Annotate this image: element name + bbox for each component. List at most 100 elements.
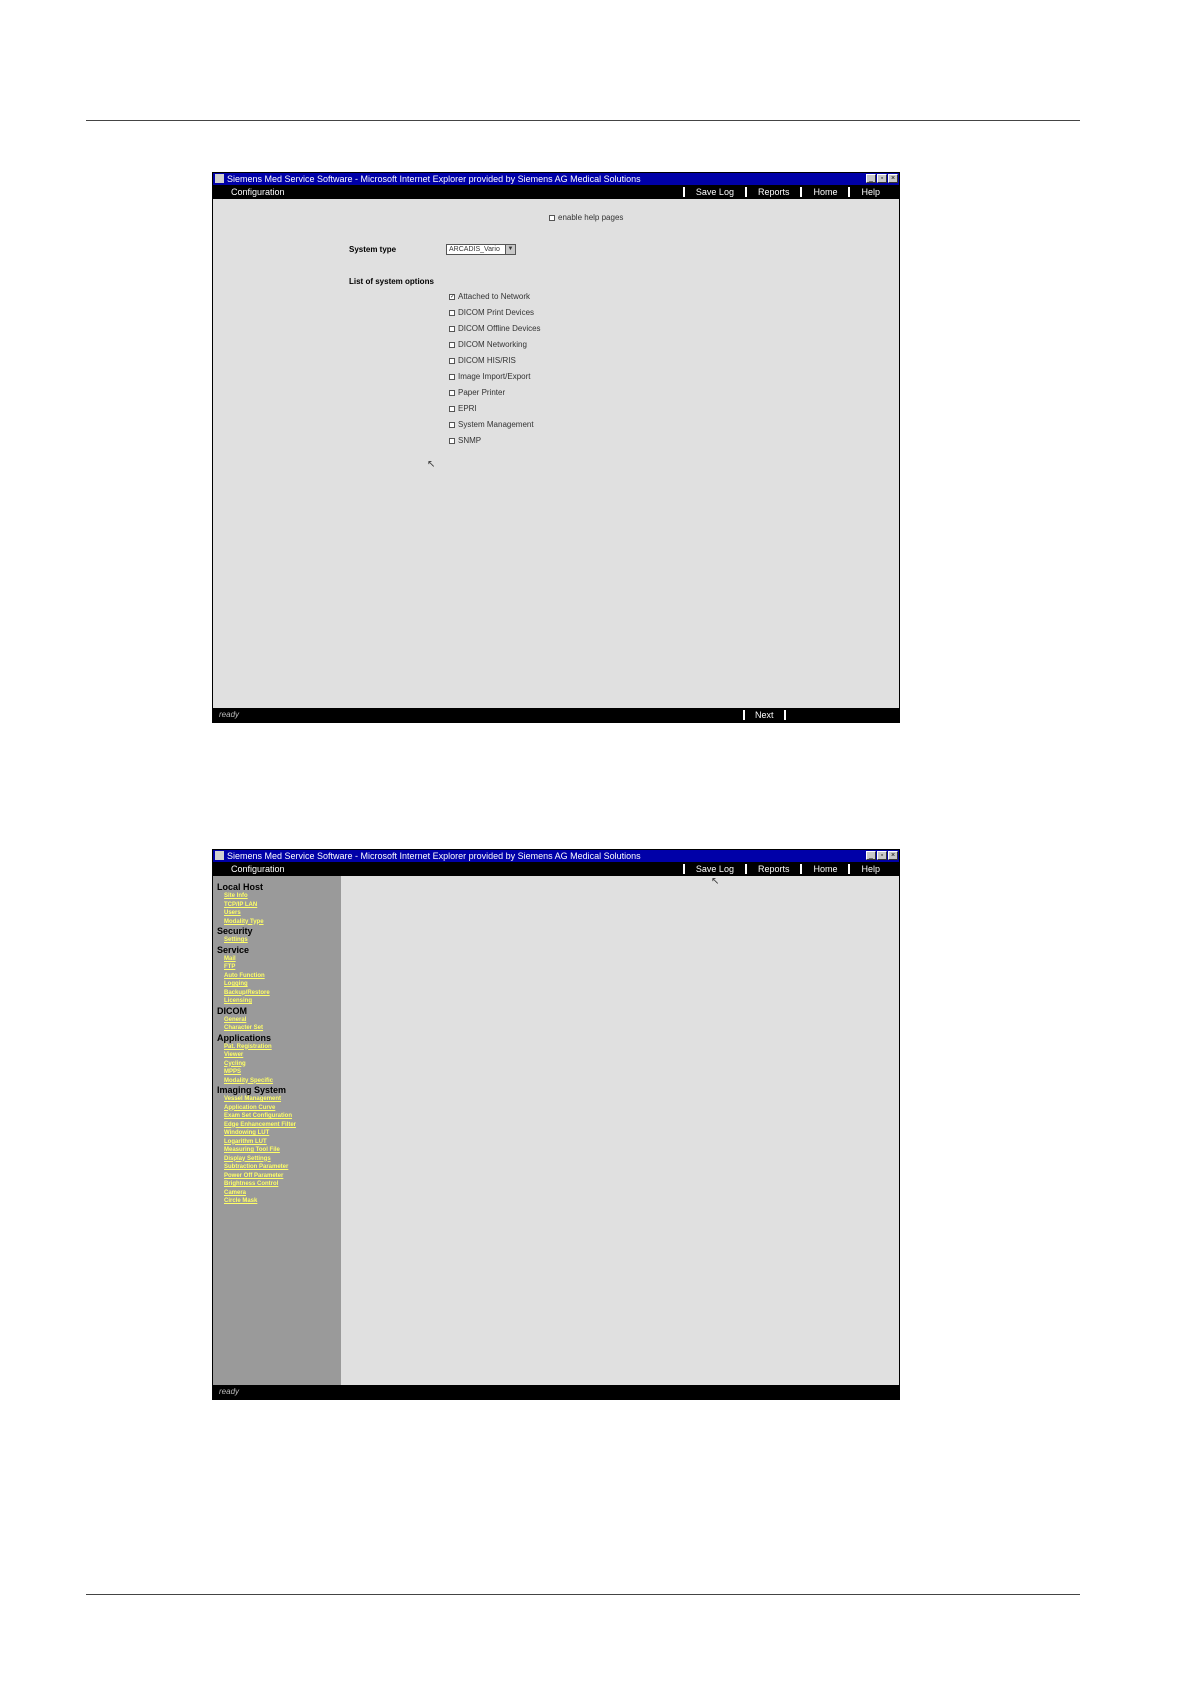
maximize-icon[interactable]: ▫ [877, 851, 887, 860]
browser-window-1: Siemens Med Service Software - Microsoft… [212, 172, 900, 723]
nav-link-windowing-lut[interactable]: Windowing LUT [213, 1129, 341, 1138]
nav-section-local-host: Local Host [217, 882, 264, 892]
system-type-select[interactable]: ARCADIS_Vario ▼ [446, 244, 516, 255]
title-bar: Siemens Med Service Software - Microsoft… [213, 173, 899, 185]
nav-link-auto-function[interactable]: Auto Function [213, 972, 341, 981]
nav-section-service: Service [217, 944, 250, 955]
menu-home[interactable]: Home [800, 864, 848, 874]
nav-link-site-info[interactable]: Site Info [213, 892, 341, 901]
option-snmp[interactable]: SNMP [449, 436, 481, 445]
nav-link-modality-type[interactable]: Modality Type [213, 918, 341, 927]
nav-link-display-settings[interactable]: Display Settings [213, 1155, 341, 1164]
nav-link-edge-enhancement-filter[interactable]: Edge Enhancement Filter [213, 1121, 341, 1130]
top-menu: Save Log Reports Home Help [682, 185, 891, 197]
menu-bar: Configuration Save Log Reports Home Help [213, 862, 899, 876]
maximize-icon[interactable]: ▫ [877, 174, 887, 183]
nav-link-tcpip-lan[interactable]: TCP/IP LAN [213, 901, 341, 910]
option-checkbox[interactable] [449, 389, 455, 396]
nav-link-pat-registration[interactable]: Pat. Registration [213, 1043, 341, 1052]
configuration-form: enable help pages System type ARCADIS_Va… [213, 199, 899, 708]
option-label: Attached to Network [458, 292, 531, 301]
menu-help[interactable]: Help [848, 864, 891, 874]
nav-link-mpps[interactable]: MPPS [213, 1068, 341, 1077]
nav-link-cycling[interactable]: Cycling [213, 1060, 341, 1069]
nav-link-power-off-parameter[interactable]: Power Off Parameter [213, 1172, 341, 1181]
option-attached-to-network[interactable]: ✓ Attached to Network [449, 292, 530, 301]
option-checkbox[interactable] [449, 437, 455, 444]
enable-help-option[interactable]: enable help pages [549, 213, 623, 222]
option-checkbox[interactable] [449, 325, 455, 332]
nav-link-application-curve[interactable]: Application Curve [213, 1104, 341, 1113]
browser-icon [215, 851, 224, 860]
nav-link-camera[interactable]: Camera [213, 1189, 341, 1198]
menu-bar: Configuration Save Log Reports Home Help [213, 185, 899, 199]
status-bar: ready [213, 1385, 899, 1399]
nav-link-measuring-tool-file[interactable]: Measuring Tool File [213, 1146, 341, 1155]
menu-reports[interactable]: Reports [744, 864, 801, 874]
window-controls: _ ▫ × [866, 174, 898, 183]
nav-link-ftp[interactable]: FTP [213, 963, 341, 972]
nav-link-brightness-control[interactable]: Brightness Control [213, 1180, 341, 1189]
nav-link-exam-set-configuration[interactable]: Exam Set Configuration [213, 1112, 341, 1121]
menu-save-log[interactable]: Save Log [682, 864, 745, 874]
option-checkbox[interactable] [449, 341, 455, 348]
option-label: SNMP [458, 436, 482, 445]
minimize-icon[interactable]: _ [866, 851, 876, 860]
system-type-label: System type [349, 245, 397, 254]
option-checkbox[interactable] [449, 421, 455, 428]
close-icon[interactable]: × [888, 174, 898, 183]
mouse-cursor-icon: ↖ [711, 876, 720, 887]
option-dicom-offline-devices[interactable]: DICOM Offline Devices [449, 324, 541, 333]
browser-window-2: Siemens Med Service Software - Microsoft… [212, 849, 900, 1400]
option-checkbox[interactable] [449, 309, 455, 316]
nav-section-security: Security [217, 926, 253, 936]
status-bar: ready Next [213, 708, 899, 722]
nav-link-licensing[interactable]: Licensing [213, 997, 341, 1006]
minimize-icon[interactable]: _ [866, 174, 876, 183]
enable-help-checkbox[interactable] [549, 214, 555, 221]
system-type-value: ARCADIS_Vario [449, 246, 500, 253]
option-label: Image Import/Export [458, 372, 531, 381]
nav-link-subtraction-parameter[interactable]: Subtraction Parameter [213, 1163, 341, 1172]
nav-link-vessel-management[interactable]: Vessel Management [213, 1095, 341, 1104]
nav-link-logging[interactable]: Logging [213, 980, 341, 989]
menu-reports[interactable]: Reports [744, 187, 801, 197]
nav-link-backup-restore[interactable]: Backup/Restore [213, 989, 341, 998]
option-label: System Management [458, 420, 534, 429]
menu-help[interactable]: Help [848, 187, 891, 197]
top-rule [86, 120, 1080, 121]
option-label: DICOM HIS/RIS [458, 356, 516, 365]
option-label: DICOM Offline Devices [458, 324, 541, 333]
nav-link-mail[interactable]: Mail [213, 955, 341, 964]
option-label: EPRI [458, 404, 477, 413]
option-dicom-print-devices[interactable]: DICOM Print Devices [449, 308, 534, 317]
option-epri[interactable]: EPRI [449, 404, 477, 413]
nav-link-settings[interactable]: Settings [213, 936, 341, 945]
option-checkbox[interactable]: ✓ [449, 293, 455, 300]
option-checkbox[interactable] [449, 405, 455, 412]
option-image-import-export[interactable]: Image Import/Export [449, 372, 530, 381]
nav-link-character-set[interactable]: Character Set [213, 1024, 341, 1033]
option-checkbox[interactable] [449, 357, 455, 364]
option-checkbox[interactable] [449, 373, 455, 380]
nav-link-circle-mask[interactable]: Circle Mask [213, 1197, 341, 1206]
nav-link-general[interactable]: General [213, 1016, 341, 1025]
menu-save-log[interactable]: Save Log [682, 187, 745, 197]
option-dicom-his-ris[interactable]: DICOM HIS/RIS [449, 356, 516, 365]
nav-link-viewer[interactable]: Viewer [213, 1051, 341, 1060]
nav-link-users[interactable]: Users [213, 909, 341, 918]
menu-home[interactable]: Home [800, 187, 848, 197]
bottom-rule [86, 1594, 1080, 1595]
close-icon[interactable]: × [888, 851, 898, 860]
next-button[interactable]: Next [743, 710, 786, 720]
main-content-pane: ↖ [341, 876, 899, 1385]
option-dicom-networking[interactable]: DICOM Networking [449, 340, 527, 349]
top-menu: Save Log Reports Home Help [682, 862, 891, 874]
option-paper-printer[interactable]: Paper Printer [449, 388, 505, 397]
option-system-management[interactable]: System Management [449, 420, 534, 429]
status-text: ready [219, 710, 240, 719]
chevron-down-icon[interactable]: ▼ [505, 245, 515, 254]
nav-link-modality-specific[interactable]: Modality Specific [213, 1077, 341, 1086]
nav-link-logarithm-lut[interactable]: Logarithm LUT [213, 1138, 341, 1147]
nav-section-dicom: DICOM [217, 1005, 247, 1016]
